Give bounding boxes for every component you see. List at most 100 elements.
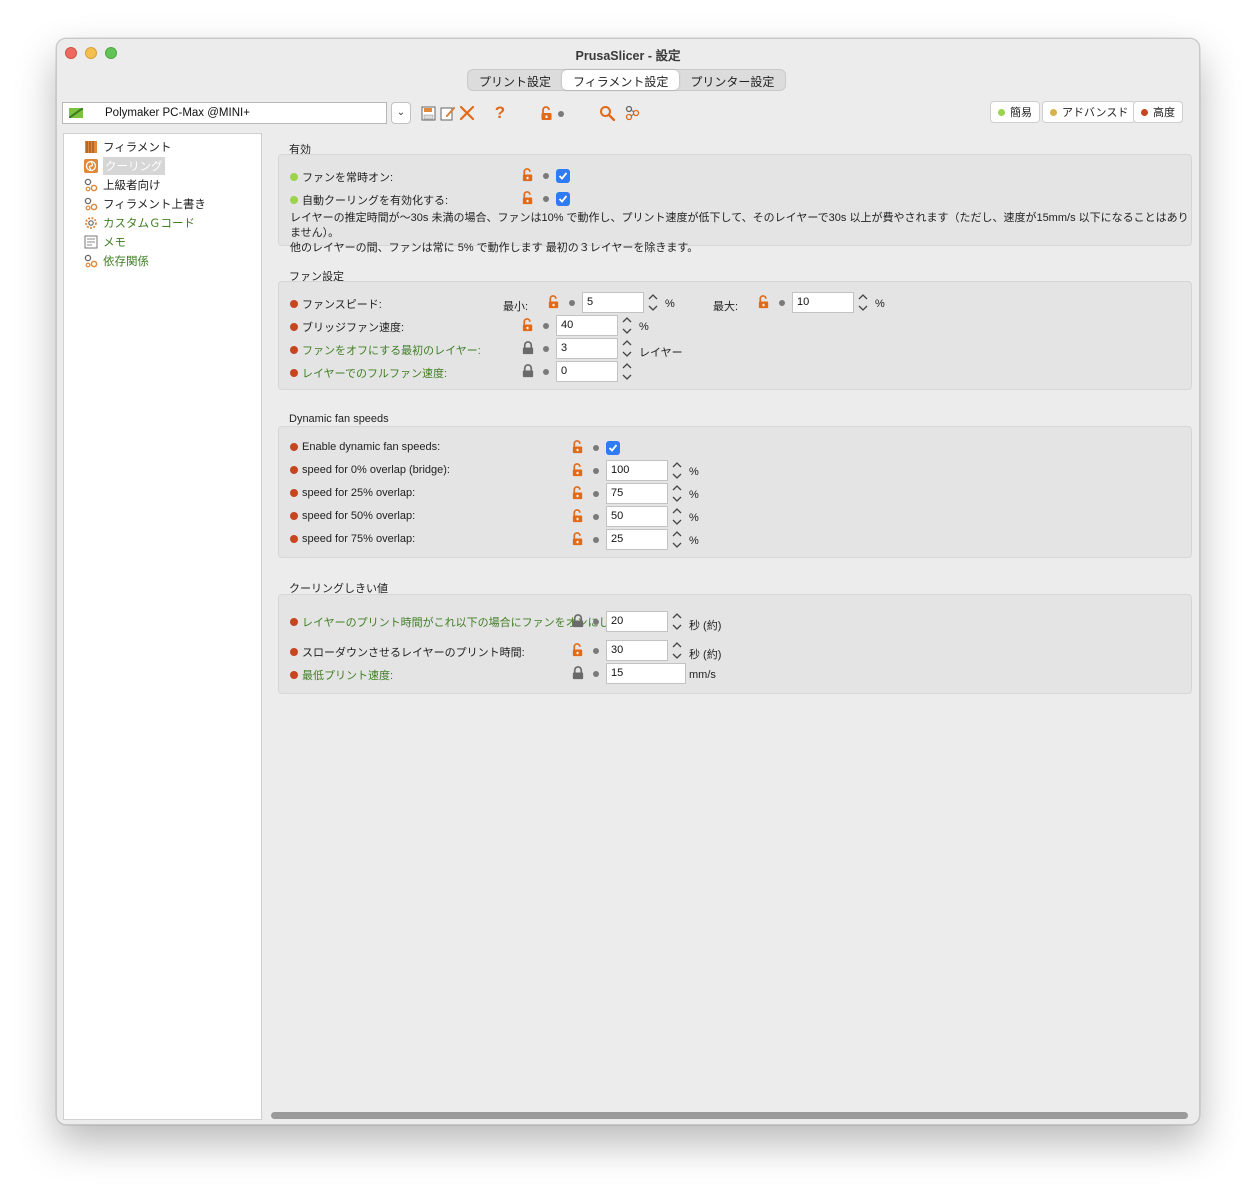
expert-mode-dot-icon (290, 300, 298, 308)
tab-filament-settings[interactable]: フィラメント設定 (562, 70, 680, 90)
section-dynamic-box: Enable dynamic fan speeds: speed for 0% … (278, 426, 1192, 558)
overlap-75-input[interactable]: 25 (606, 529, 668, 550)
save-preset-icon[interactable] (419, 104, 437, 122)
cooling-description: レイヤーの推定時間が〜30s 未満の場合、ファンは10% で動作し、プリント速度… (290, 211, 1190, 256)
slowdown-below-layer-time-unit: 秒 (約) (689, 649, 722, 661)
sidebar-item-dependencies[interactable]: 依存関係 (84, 252, 149, 269)
fan-speed-label: ファンスピード: (290, 296, 382, 312)
cooling-description-line1: レイヤーの推定時間が〜30s 未満の場合、ファンは10% で動作し、プリント速度… (290, 212, 1189, 239)
overlap-75-unit: % (689, 535, 699, 547)
sidebar-item-cooling[interactable]: クーリング (84, 156, 165, 175)
window-title: PrusaSlicer - 設定 (575, 49, 681, 63)
status-dot-icon (593, 648, 599, 654)
sidebar-item-label: クーリング (103, 156, 165, 175)
min-print-speed-input[interactable]: 15 (606, 663, 686, 684)
lock-icon[interactable] (521, 364, 535, 378)
mode-advanced-dot-icon (1050, 108, 1057, 116)
sidebar-item-custom-gcode[interactable]: カスタムＧコード (84, 214, 195, 231)
fan-min-speed-input[interactable]: 5 (582, 292, 644, 313)
unlock-icon[interactable] (571, 440, 585, 454)
unlock-icon[interactable] (521, 191, 535, 205)
wrench-icon (84, 178, 98, 192)
bridge-fan-text: ブリッジファン速度: (302, 322, 405, 334)
mode-simple-label: 簡易 (1010, 107, 1032, 119)
overlap-50-text: speed for 50% overlap: (302, 510, 416, 522)
delete-preset-icon[interactable] (458, 104, 476, 122)
overlap-25-text: speed for 25% overlap: (302, 487, 416, 499)
search-icon[interactable] (598, 104, 616, 122)
spin-arrows-icon[interactable] (621, 338, 633, 359)
help-icon[interactable]: ? (491, 103, 509, 122)
settings-window: PrusaSlicer - 設定 プリント設定 フィラメント設定 プリンター設定… (56, 38, 1200, 1125)
full-fan-speed-layer-input[interactable]: 0 (556, 361, 618, 382)
slowdown-below-layer-time-input[interactable]: 30 (606, 640, 668, 661)
tab-printer-settings[interactable]: プリンター設定 (679, 70, 785, 90)
sidebar-item-filament[interactable]: フィラメント (84, 138, 171, 155)
spin-arrows-icon[interactable] (671, 460, 683, 481)
spin-arrows-icon[interactable] (647, 292, 659, 313)
auto-cooling-checkbox[interactable] (556, 192, 570, 206)
overlap-50-input[interactable]: 50 (606, 506, 668, 527)
disable-fan-first-layers-label: ファンをオフにする最初のレイヤー: (290, 342, 481, 358)
rename-preset-icon[interactable] (439, 104, 457, 122)
fan-always-on-checkbox[interactable] (556, 169, 570, 183)
slowdown-below-layer-time-label: スローダウンさせるレイヤーのプリント時間: (290, 644, 525, 660)
fan-max-speed-input[interactable]: 10 (792, 292, 854, 313)
mode-advanced-button[interactable]: アドバンスド (1042, 101, 1137, 123)
status-dot-icon (543, 196, 549, 202)
unlock-icon[interactable] (571, 486, 585, 500)
overlap-0-input[interactable]: 100 (606, 460, 668, 481)
unlock-icon[interactable] (547, 295, 561, 309)
spin-arrows-icon[interactable] (671, 611, 683, 632)
lock-icon[interactable] (571, 666, 585, 680)
mode-expert-button[interactable]: 高度 (1133, 101, 1183, 123)
unlock-icon[interactable] (571, 643, 585, 657)
checkmark-icon (558, 172, 568, 180)
spin-arrows-icon[interactable] (671, 506, 683, 527)
sidebar-item-filament-overrides[interactable]: フィラメント上書き (84, 195, 206, 212)
overlap-25-input[interactable]: 75 (606, 483, 668, 504)
spin-arrows-icon[interactable] (671, 640, 683, 661)
preset-dropdown-button[interactable]: ⌄ (391, 102, 411, 124)
unlock-icon[interactable] (571, 463, 585, 477)
status-dot-icon (569, 300, 575, 306)
unlock-icon[interactable] (571, 532, 585, 546)
spin-arrows-icon[interactable] (857, 292, 869, 313)
unlock-icon[interactable] (571, 509, 585, 523)
horizontal-scrollbar[interactable] (271, 1112, 1188, 1119)
mode-advanced-label: アドバンスド (1062, 107, 1129, 119)
spin-arrows-icon[interactable] (671, 529, 683, 550)
bridge-fan-input[interactable]: 40 (556, 315, 618, 336)
sidebar-item-notes[interactable]: メモ (84, 233, 126, 250)
sidebar-item-advanced[interactable]: 上級者向け (84, 176, 161, 193)
unlock-icon[interactable] (521, 318, 535, 332)
overlap-75-text: speed for 75% overlap: (302, 533, 416, 545)
flag-icon (69, 108, 83, 118)
disable-fan-first-layers-input[interactable]: 3 (556, 338, 618, 359)
simple-mode-dot-icon (290, 196, 298, 204)
unlock-icon[interactable] (538, 104, 556, 122)
spin-arrows-icon[interactable] (621, 315, 633, 336)
lock-icon[interactable] (521, 341, 535, 355)
preset-select[interactable]: Polymaker PC-Max @MINI+ (62, 102, 387, 124)
sidebar-item-label: カスタムＧコード (103, 217, 195, 230)
enable-dynamic-fan-text: Enable dynamic fan speeds: (302, 441, 441, 453)
spin-arrows-icon[interactable] (671, 483, 683, 504)
overlap-0-unit: % (689, 466, 699, 478)
auto-cooling-text: 自動クーリングを有効化する: (302, 195, 449, 207)
unlock-icon[interactable] (521, 168, 535, 182)
enable-dynamic-fan-checkbox[interactable] (606, 441, 620, 455)
spin-arrows-icon[interactable] (621, 361, 633, 382)
tab-print-settings[interactable]: プリント設定 (468, 70, 562, 90)
status-dot-icon (779, 300, 785, 306)
lock-icon[interactable] (571, 614, 585, 628)
expert-mode-dot-icon (290, 671, 298, 679)
auto-cooling-label: 自動クーリングを有効化する: (290, 192, 448, 208)
compare-presets-icon[interactable] (623, 104, 641, 122)
unlock-icon[interactable] (757, 295, 771, 309)
fan-below-layer-time-input[interactable]: 20 (606, 611, 668, 632)
preset-name: Polymaker PC-Max @MINI+ (105, 107, 250, 119)
mode-simple-button[interactable]: 簡易 (990, 101, 1040, 123)
status-dot-icon (543, 369, 549, 375)
expert-mode-dot-icon (290, 512, 298, 520)
